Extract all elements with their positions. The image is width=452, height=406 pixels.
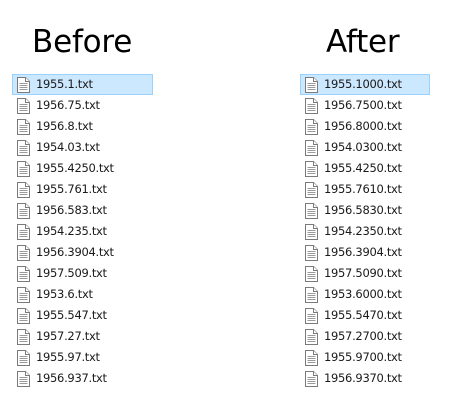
before-heading: Before	[32, 24, 133, 60]
before-panel: Before 1955.1.txt 1956.75.txt 1956.8.txt…	[12, 0, 162, 389]
file-name: 1955.761.txt	[36, 182, 107, 196]
text-file-icon	[305, 244, 318, 261]
file-name: 1956.7500.txt	[324, 98, 402, 112]
before-file-item[interactable]: 1955.4250.txt	[12, 158, 153, 179]
after-file-item[interactable]: 1955.4250.txt	[300, 158, 430, 179]
file-name: 1955.7610.txt	[324, 182, 402, 196]
before-file-item[interactable]: 1955.97.txt	[12, 347, 153, 368]
text-file-icon	[17, 244, 30, 261]
file-name: 1955.4250.txt	[36, 161, 114, 175]
after-file-item[interactable]: 1955.1000.txt	[300, 74, 430, 95]
file-name: 1956.583.txt	[36, 203, 107, 217]
text-file-icon	[305, 349, 318, 366]
text-file-icon	[305, 328, 318, 345]
text-file-icon	[17, 328, 30, 345]
before-file-item[interactable]: 1955.1.txt	[12, 74, 153, 95]
before-file-item[interactable]: 1956.583.txt	[12, 200, 153, 221]
text-file-icon	[305, 97, 318, 114]
file-name: 1956.3904.txt	[324, 245, 402, 259]
file-name: 1955.1000.txt	[324, 77, 402, 91]
file-name: 1955.547.txt	[36, 308, 107, 322]
before-file-item[interactable]: 1957.509.txt	[12, 263, 153, 284]
file-name: 1957.509.txt	[36, 266, 107, 280]
text-file-icon	[17, 76, 30, 93]
text-file-icon	[17, 265, 30, 282]
before-file-item[interactable]: 1956.8.txt	[12, 116, 153, 137]
after-file-item[interactable]: 1954.2350.txt	[300, 221, 430, 242]
text-file-icon	[305, 181, 318, 198]
text-file-icon	[305, 139, 318, 156]
text-file-icon	[305, 307, 318, 324]
after-file-item[interactable]: 1956.3904.txt	[300, 242, 430, 263]
after-file-item[interactable]: 1956.9370.txt	[300, 368, 430, 389]
text-file-icon	[17, 223, 30, 240]
file-name: 1953.6000.txt	[324, 287, 402, 301]
text-file-icon	[305, 370, 318, 387]
before-after-comparison: Before 1955.1.txt 1956.75.txt 1956.8.txt…	[0, 0, 452, 406]
file-name: 1957.2700.txt	[324, 329, 402, 343]
text-file-icon	[17, 160, 30, 177]
file-name: 1954.2350.txt	[324, 224, 402, 238]
before-file-item[interactable]: 1956.937.txt	[12, 368, 153, 389]
file-name: 1955.97.txt	[36, 350, 100, 364]
text-file-icon	[305, 160, 318, 177]
after-file-item[interactable]: 1956.7500.txt	[300, 95, 430, 116]
after-file-list: 1955.1000.txt 1956.7500.txt 1956.8000.tx…	[300, 74, 450, 389]
text-file-icon	[17, 307, 30, 324]
text-file-icon	[305, 223, 318, 240]
after-panel: After 1955.1000.txt 1956.7500.txt 1956.8…	[300, 0, 450, 389]
file-name: 1954.235.txt	[36, 224, 107, 238]
file-name: 1956.8.txt	[36, 119, 93, 133]
before-file-item[interactable]: 1955.547.txt	[12, 305, 153, 326]
before-file-item[interactable]: 1954.03.txt	[12, 137, 153, 158]
file-name: 1954.03.txt	[36, 140, 100, 154]
before-file-item[interactable]: 1956.75.txt	[12, 95, 153, 116]
text-file-icon	[17, 202, 30, 219]
after-file-item[interactable]: 1956.8000.txt	[300, 116, 430, 137]
file-name: 1957.5090.txt	[324, 266, 402, 280]
text-file-icon	[17, 286, 30, 303]
after-file-item[interactable]: 1954.0300.txt	[300, 137, 430, 158]
file-name: 1956.3904.txt	[36, 245, 114, 259]
text-file-icon	[305, 286, 318, 303]
file-name: 1954.0300.txt	[324, 140, 402, 154]
after-file-item[interactable]: 1953.6000.txt	[300, 284, 430, 305]
file-name: 1955.4250.txt	[324, 161, 402, 175]
after-file-item[interactable]: 1955.7610.txt	[300, 179, 430, 200]
text-file-icon	[17, 97, 30, 114]
text-file-icon	[305, 202, 318, 219]
after-file-item[interactable]: 1957.5090.txt	[300, 263, 430, 284]
text-file-icon	[17, 139, 30, 156]
before-file-list: 1955.1.txt 1956.75.txt 1956.8.txt 1954.0…	[12, 74, 162, 389]
before-file-item[interactable]: 1957.27.txt	[12, 326, 153, 347]
after-file-item[interactable]: 1955.5470.txt	[300, 305, 430, 326]
after-file-item[interactable]: 1955.9700.txt	[300, 347, 430, 368]
text-file-icon	[305, 76, 318, 93]
before-file-item[interactable]: 1955.761.txt	[12, 179, 153, 200]
file-name: 1956.5830.txt	[324, 203, 402, 217]
file-name: 1956.75.txt	[36, 98, 100, 112]
before-file-item[interactable]: 1953.6.txt	[12, 284, 153, 305]
text-file-icon	[305, 118, 318, 135]
after-file-item[interactable]: 1956.5830.txt	[300, 200, 430, 221]
file-name: 1955.1.txt	[36, 77, 93, 91]
file-name: 1956.9370.txt	[324, 371, 402, 385]
text-file-icon	[17, 118, 30, 135]
file-name: 1955.5470.txt	[324, 308, 402, 322]
text-file-icon	[305, 265, 318, 282]
after-file-item[interactable]: 1957.2700.txt	[300, 326, 430, 347]
file-name: 1956.937.txt	[36, 371, 107, 385]
before-file-item[interactable]: 1954.235.txt	[12, 221, 153, 242]
text-file-icon	[17, 370, 30, 387]
before-file-item[interactable]: 1956.3904.txt	[12, 242, 153, 263]
after-heading: After	[326, 24, 400, 60]
file-name: 1957.27.txt	[36, 329, 100, 343]
text-file-icon	[17, 181, 30, 198]
file-name: 1953.6.txt	[36, 287, 93, 301]
text-file-icon	[17, 349, 30, 366]
file-name: 1955.9700.txt	[324, 350, 402, 364]
file-name: 1956.8000.txt	[324, 119, 402, 133]
